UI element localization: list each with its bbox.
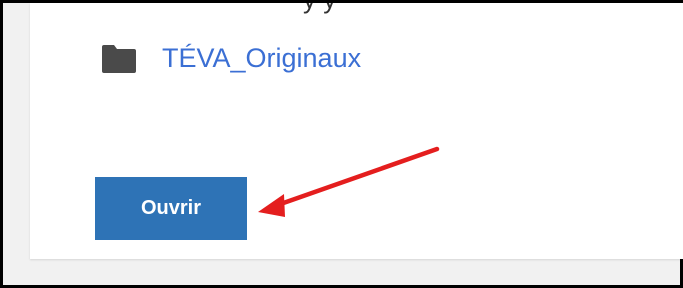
folder-link[interactable]: TÉVA_Originaux <box>162 42 361 74</box>
folder-item[interactable]: TÉVA_Originaux <box>101 42 361 74</box>
folder-icon <box>102 45 136 73</box>
screenshot-frame: y y TÉVA_Originaux Ouvrir <box>0 0 683 288</box>
file-panel: y y TÉVA_Originaux Ouvrir <box>30 3 683 259</box>
truncated-header-text: y y <box>303 3 336 15</box>
open-button[interactable]: Ouvrir <box>95 177 247 240</box>
